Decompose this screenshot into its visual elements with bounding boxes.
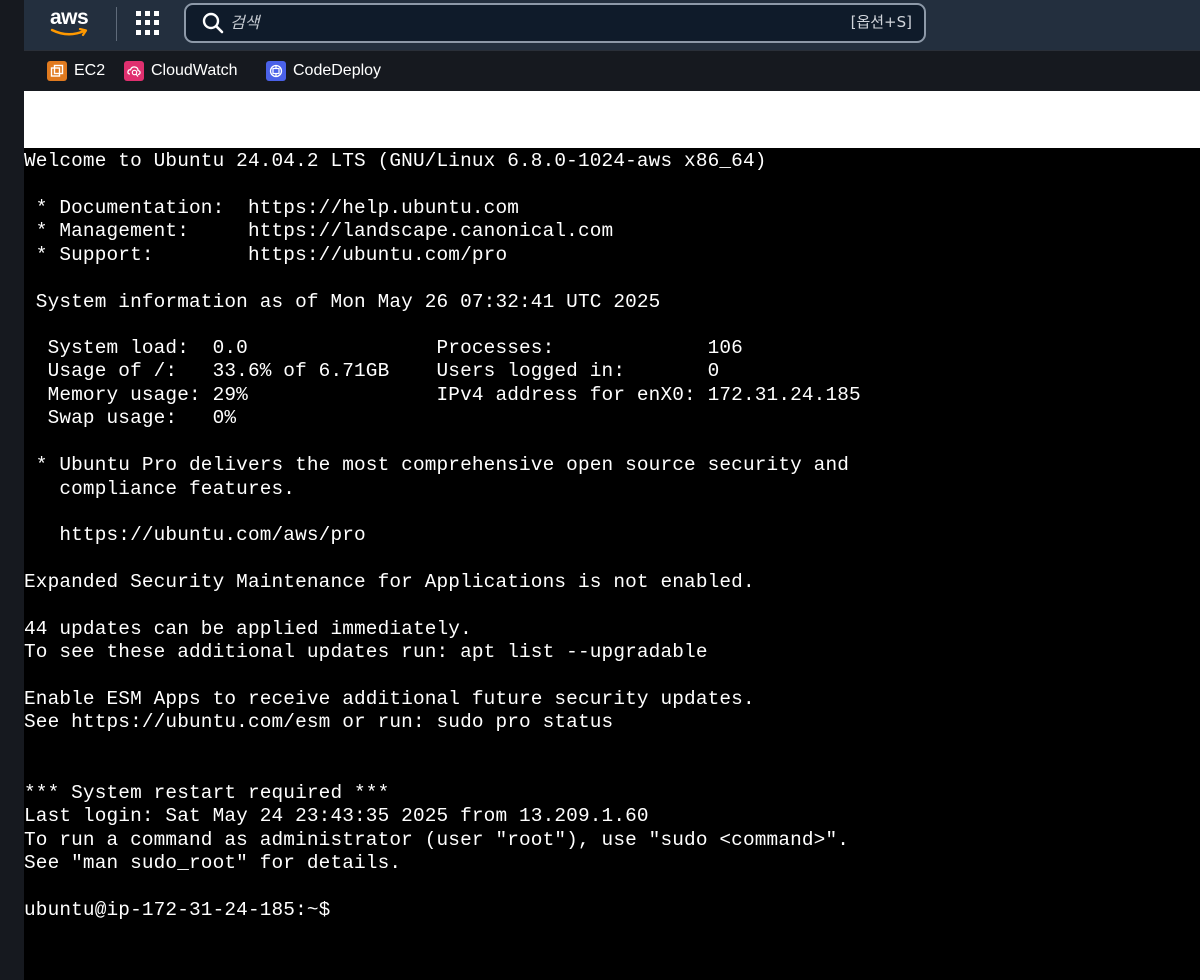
search-box[interactable]: [옵션+S] bbox=[184, 3, 926, 43]
nav-divider bbox=[116, 7, 117, 41]
terminal-line: System information as of Mon May 26 07:3… bbox=[24, 291, 661, 313]
terminal-line: compliance features. bbox=[24, 478, 296, 500]
terminal-window[interactable]: Welcome to Ubuntu 24.04.2 LTS (GNU/Linux… bbox=[24, 148, 1200, 980]
terminal-line: Welcome to Ubuntu 24.04.2 LTS (GNU/Linux… bbox=[24, 150, 767, 172]
services-menu-grid-icon[interactable] bbox=[136, 11, 160, 35]
terminal-line: * Management: https://landscape.canonica… bbox=[24, 220, 614, 242]
search-input[interactable] bbox=[230, 9, 790, 35]
favorite-ec2-label: EC2 bbox=[74, 62, 106, 79]
favorite-codedeploy-label: CodeDeploy bbox=[293, 62, 382, 79]
terminal-line: System load: 0.0 Processes: 106 bbox=[24, 337, 743, 359]
terminal-line: See "man sudo_root" for details. bbox=[24, 852, 402, 874]
favorite-codedeploy[interactable]: CodeDeploy bbox=[266, 60, 381, 82]
terminal-line: * Support: https://ubuntu.com/pro bbox=[24, 244, 508, 266]
terminal-line: 44 updates can be applied immediately. bbox=[24, 618, 472, 640]
favorite-cloudwatch-label: CloudWatch bbox=[151, 62, 238, 79]
terminal-line: See https://ubuntu.com/esm or run: sudo … bbox=[24, 711, 614, 733]
terminal-line: Usage of /: 33.6% of 6.71GB Users logged… bbox=[24, 360, 720, 382]
favorites-bar: EC2 CloudWatch CodeDeploy bbox=[24, 50, 1200, 91]
ec2-icon bbox=[47, 61, 67, 81]
terminal-line: Swap usage: 0% bbox=[24, 407, 237, 429]
terminal-line: Memory usage: 29% IPv4 address for enX0:… bbox=[24, 384, 861, 406]
terminal-line: To run a command as administrator (user … bbox=[24, 829, 850, 851]
terminal-line: To see these additional updates run: apt… bbox=[24, 641, 708, 663]
aws-logo-text: aws bbox=[50, 6, 89, 29]
terminal-line: * Ubuntu Pro delivers the most comprehen… bbox=[24, 454, 850, 476]
favorite-cloudwatch[interactable]: CloudWatch bbox=[124, 60, 238, 82]
terminal-line: * Documentation: https://help.ubuntu.com bbox=[24, 197, 520, 219]
terminal-prompt[interactable]: ubuntu@ip-172-31-24-185:~$ bbox=[24, 898, 330, 922]
search-icon bbox=[202, 12, 224, 34]
terminal-line: Expanded Security Maintenance for Applic… bbox=[24, 571, 755, 593]
left-edge-strip bbox=[0, 0, 24, 980]
terminal-line: Enable ESM Apps to receive additional fu… bbox=[24, 688, 755, 710]
cloudwatch-icon bbox=[124, 61, 144, 81]
console-header-band bbox=[24, 91, 1200, 148]
terminal-line: *** System restart required *** bbox=[24, 782, 390, 804]
aws-smile-icon bbox=[50, 28, 88, 37]
favorite-ec2[interactable]: EC2 bbox=[47, 60, 105, 82]
search-shortcut-hint: [옵션+S] bbox=[850, 13, 912, 31]
terminal-line: Last login: Sat May 24 23:43:35 2025 fro… bbox=[24, 805, 649, 827]
codedeploy-icon bbox=[266, 61, 286, 81]
terminal-line: https://ubuntu.com/aws/pro bbox=[24, 524, 366, 546]
aws-top-navigation: aws [옵션+S] bbox=[24, 0, 1200, 50]
aws-logo[interactable]: aws bbox=[48, 4, 96, 40]
